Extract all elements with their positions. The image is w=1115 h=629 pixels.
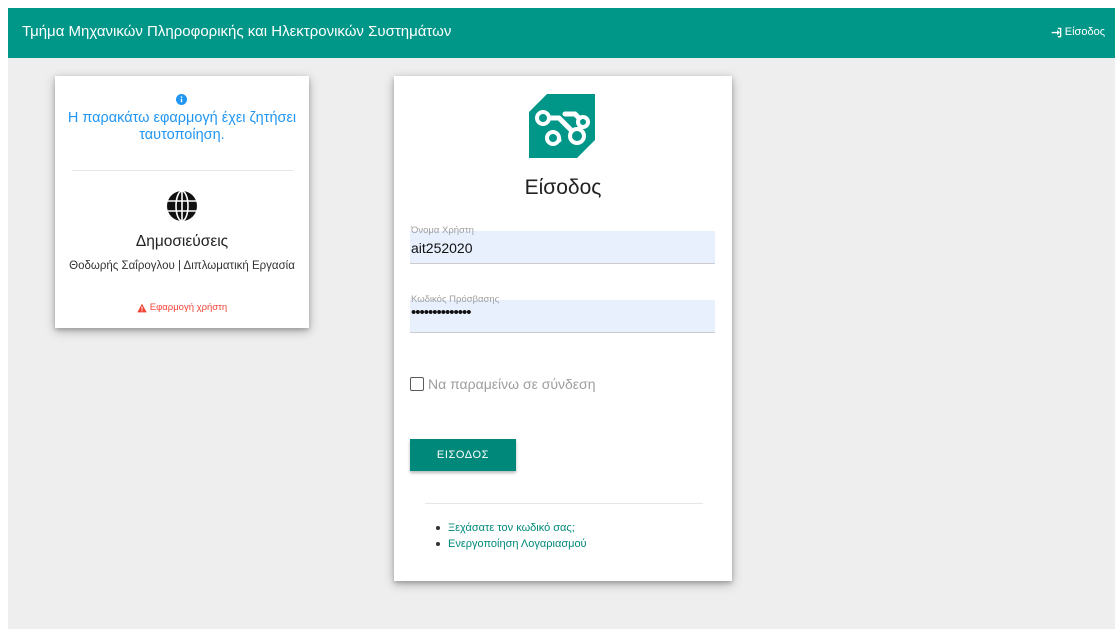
password-field[interactable]: Κωδικός Πρόσβασης •••••••••••••• [410,294,715,333]
list-item: Ξεχάσατε τον κωδικό σας; [436,520,587,536]
remember-me-option[interactable]: Να παραμείνω σε σύνδεση [410,376,595,392]
bullet [436,526,440,530]
login-nav-label[interactable]: Είσοδος [1065,26,1105,38]
app-info-card: Η παρακάτω εφαρμογή έχει ζητήσει ταυτοπο… [55,76,309,328]
app-type-label: Εφαρμογή χρήστη [149,302,228,313]
remember-me-checkbox[interactable] [410,377,424,391]
authentication-message: Η παρακάτω εφαρμογή έχει ζητήσει ταυτοπο… [67,110,297,143]
department-logo [529,94,595,158]
password-input[interactable]: •••••••••••••• [411,304,472,321]
app-description: Θοδωρής Σαΐρογλου | Διπλωματική Εργασία [69,260,295,272]
forgot-password-link[interactable]: Ξεχάσατε τον κωδικό σας; [448,520,575,536]
page-frame: Τμήμα Μηχανικών Πληροφορικής και Ηλεκτρο… [8,8,1115,629]
login-submit-button[interactable]: ΕΙΣΟΔΟΣ [410,439,516,471]
sign-in-icon [1051,27,1062,37]
field-underline [410,332,715,333]
list-item: Ενεργοποίηση Λογαριασμού [436,536,587,552]
site-title[interactable]: Τμήμα Μηχανικών Πληροφορικής και Ηλεκτρο… [22,23,451,40]
divider [72,170,293,171]
globe-icon [167,190,197,222]
divider [425,503,703,504]
warning-icon [137,303,147,312]
top-navbar: Τμήμα Μηχανικών Πληροφορικής και Ηλεκτρο… [8,8,1115,58]
bullet [436,542,440,546]
app-type-badge: Εφαρμογή χρήστη [55,302,309,313]
login-heading: Είσοδος [524,176,602,199]
info-circle-icon [176,94,187,105]
username-label: Όνομα Χρήστη [411,225,474,236]
help-links-list: Ξεχάσατε τον κωδικό σας; Ενεργοποίηση Λο… [436,520,587,552]
field-underline [410,263,715,264]
remember-me-label[interactable]: Να παραμείνω σε σύνδεση [428,376,595,392]
username-field[interactable]: Όνομα Χρήστη ait252020 [410,225,715,264]
login-card: Είσοδος Όνομα Χρήστη ait252020 Κωδικός Π… [394,76,732,581]
username-input[interactable]: ait252020 [411,240,473,256]
login-nav-link[interactable]: Είσοδος [1051,26,1105,38]
app-name: Δημοσιεύσεις [135,233,229,250]
activate-account-link[interactable]: Ενεργοποίηση Λογαριασμού [448,536,587,552]
